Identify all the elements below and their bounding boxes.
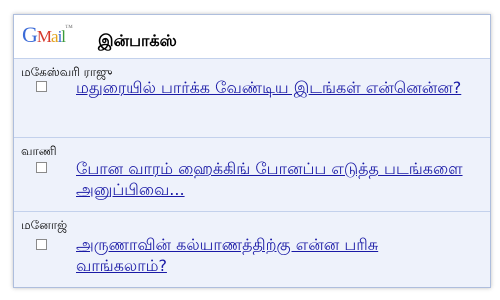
message-row[interactable]: வாணி போன வாரம் ஹைக்கிங் போனப்ப எடுத்த பட… xyxy=(14,137,490,211)
logo-letter: G xyxy=(22,22,38,47)
subject-link[interactable]: போன வாரம் ஹைக்கிங் போனப்ப எடுத்த படங்களை… xyxy=(76,158,470,200)
select-checkbox[interactable] xyxy=(36,162,47,173)
select-checkbox[interactable] xyxy=(36,239,47,250)
logo-letter: M xyxy=(36,27,52,46)
header: GMail™ இன்பாக்ஸ் xyxy=(14,15,490,58)
sender-name: வாணி xyxy=(21,144,57,158)
message-row[interactable]: மனோஜ் அருணாவின் கல்யாணத்திற்கு என்ன பரிச… xyxy=(14,211,490,287)
inbox-frame: GMail™ இன்பாக்ஸ் மகேஸ்வரி ராஜு மதுரையில்… xyxy=(13,14,491,288)
gmail-logo[interactable]: GMail™ xyxy=(22,22,73,47)
message-list: மகேஸ்வரி ராஜு மதுரையில் பார்க்க வேண்டிய … xyxy=(14,58,490,287)
logo-trademark: ™ xyxy=(65,23,73,32)
subject-link[interactable]: அருணாவின் கல்யாணத்திற்கு என்ன பரிசு வாங்… xyxy=(76,234,470,276)
message-row[interactable]: மகேஸ்வரி ராஜு மதுரையில் பார்க்க வேண்டிய … xyxy=(14,58,490,137)
subject-link[interactable]: மதுரையில் பார்க்க வேண்டிய இடங்கள் என்னென… xyxy=(76,77,470,98)
sender-name: மனோஜ் xyxy=(21,218,68,232)
page-title: இன்பாக்ஸ் xyxy=(98,31,177,50)
select-checkbox[interactable] xyxy=(36,81,47,92)
